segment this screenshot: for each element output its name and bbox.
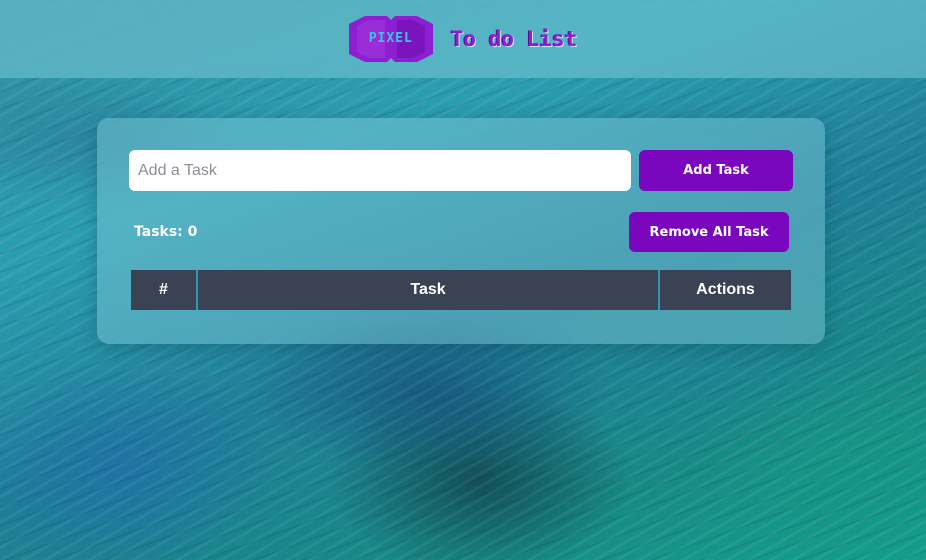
app-title: To do List: [450, 27, 578, 51]
table-header-row: # Task Actions: [131, 270, 791, 310]
add-task-button[interactable]: Add Task: [639, 150, 793, 191]
remove-all-button[interactable]: Remove All Task: [629, 212, 789, 252]
column-header-number: #: [131, 270, 198, 310]
task-counter: Tasks: 0: [134, 224, 198, 240]
pixel-logo: PIXEL: [348, 16, 433, 62]
task-table-header: # Task Actions: [131, 270, 791, 310]
task-input[interactable]: [129, 150, 631, 191]
column-header-actions: Actions: [696, 281, 755, 298]
app-header: PIXEL To do List: [0, 0, 926, 78]
task-table: # Task Actions: [131, 270, 791, 310]
column-header-task: Task: [197, 270, 660, 310]
logo-text: PIXEL: [368, 31, 413, 46]
todo-card: Add Task Tasks: 0 Remove All Task # Task…: [97, 118, 825, 344]
